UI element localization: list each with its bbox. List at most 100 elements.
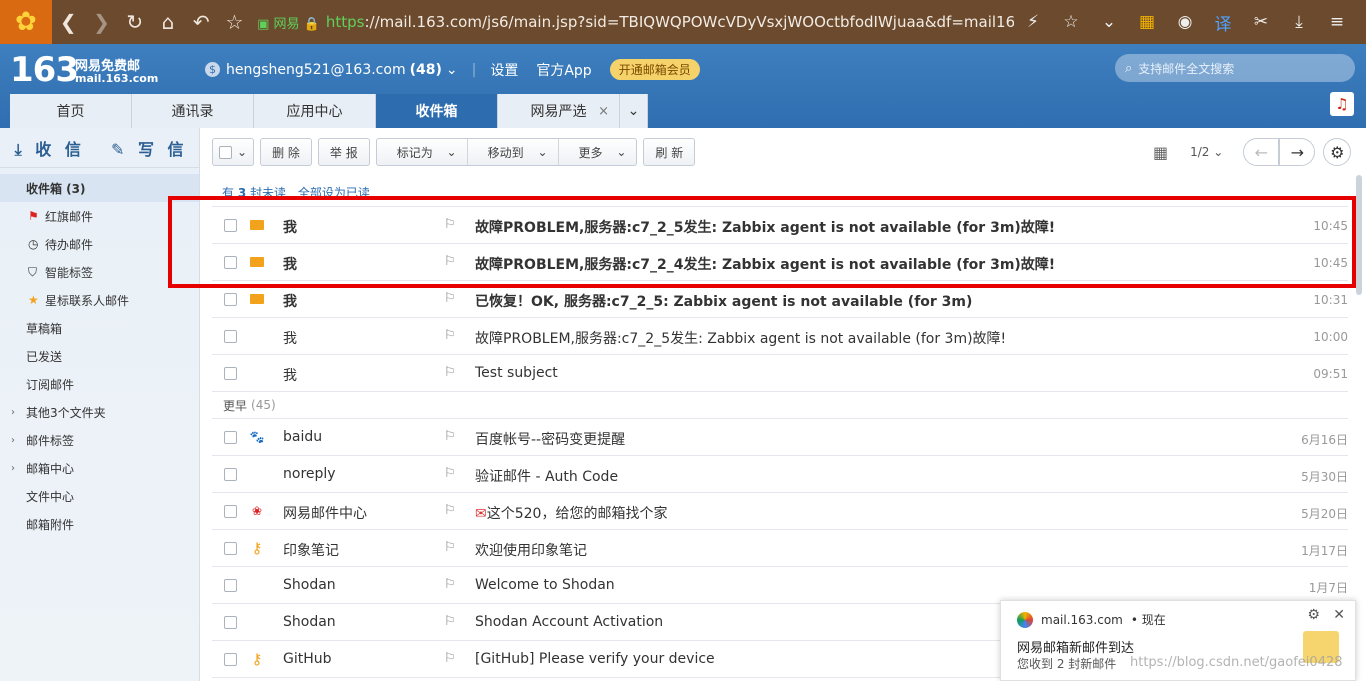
group-earlier[interactable]: 更早 (45) bbox=[212, 392, 1348, 419]
music-icon[interactable]: ♫ bbox=[1330, 92, 1354, 116]
gear-icon[interactable]: ⚙ bbox=[1323, 138, 1352, 166]
apps-icon[interactable]: ▦ bbox=[1128, 12, 1166, 32]
tag-icon: ⛉ bbox=[28, 264, 38, 279]
notification-title: 网易邮箱新邮件到达 bbox=[1017, 641, 1135, 656]
logo-163: 163 bbox=[10, 50, 79, 90]
account-name[interactable]: hengsheng521@163.com bbox=[226, 62, 406, 78]
settings-link[interactable]: 设置 bbox=[490, 60, 518, 80]
flag-icon[interactable]: ⚐ bbox=[444, 540, 456, 555]
mail-sender: 印象笔记 bbox=[283, 543, 339, 559]
mail-time: 1月7日 bbox=[1308, 581, 1348, 595]
sidebar-item-subscriptions[interactable]: 订阅邮件 bbox=[0, 370, 199, 398]
move-to-dropdown[interactable]: 移动到 ⌄ bbox=[468, 139, 559, 165]
home-icon[interactable]: ⌂ bbox=[151, 0, 184, 44]
sidebar-label: 邮件标签 bbox=[26, 433, 75, 448]
select-all-dropdown[interactable]: ⌄ bbox=[212, 138, 255, 166]
sidebar-label: 星标联系人邮件 bbox=[45, 293, 130, 308]
tab-inbox[interactable]: 收件箱 bbox=[376, 94, 498, 128]
sidebar-item-attachments[interactable]: 邮箱附件 bbox=[0, 510, 199, 538]
mail-row[interactable]: Shodan ⚐ Welcome to Shodan 1月7日 bbox=[212, 567, 1348, 604]
row-checkbox[interactable] bbox=[224, 367, 237, 380]
forward-icon[interactable]: ❯ bbox=[85, 0, 118, 44]
search-input[interactable]: ⌕ 支持邮件全文搜索 bbox=[1115, 54, 1355, 82]
more-dropdown[interactable]: 更多 ⌄ bbox=[559, 139, 637, 165]
mail-row[interactable]: 我 ⚐ Test subject 09:51 bbox=[212, 355, 1348, 392]
sidebar-item-mail-tags[interactable]: › 邮件标签 bbox=[0, 426, 199, 454]
flag-icon[interactable]: ⚐ bbox=[444, 328, 456, 343]
refresh-button[interactable]: 刷 新 bbox=[643, 138, 696, 166]
mail-sender: noreply bbox=[283, 466, 336, 482]
close-icon[interactable]: ✕ bbox=[1333, 607, 1345, 623]
mail-row[interactable]: 🐾 baidu ⚐ 百度帐号--密码变更提醒 6月16日 bbox=[212, 419, 1348, 456]
close-icon[interactable]: × bbox=[598, 104, 609, 119]
favorite-star-icon[interactable]: ☆ bbox=[1052, 12, 1090, 32]
row-checkbox[interactable] bbox=[224, 542, 237, 555]
mail-subject: 已恢复！OK, 服务器:c7_2_5: Zabbix agent is not … bbox=[475, 294, 973, 310]
sidebar-item-file-center[interactable]: 文件中心 bbox=[0, 482, 199, 510]
delete-button[interactable]: 删 除 bbox=[260, 138, 312, 166]
tab-more-dropdown[interactable]: ⌄ bbox=[620, 94, 648, 128]
sidebar-label: 邮箱中心 bbox=[26, 461, 75, 476]
row-checkbox[interactable] bbox=[224, 653, 237, 666]
reload-icon[interactable]: ↻ bbox=[118, 0, 151, 44]
mail-row[interactable]: 我 ⚐ 故障PROBLEM,服务器:c7_2_5发生: Zabbix agent… bbox=[212, 318, 1348, 355]
flag-icon[interactable]: ⚐ bbox=[444, 614, 456, 629]
gear-icon[interactable]: ⚙ bbox=[1307, 607, 1320, 623]
select-all-checkbox[interactable] bbox=[219, 145, 232, 159]
flag-icon[interactable]: ⚐ bbox=[444, 577, 456, 592]
receive-button[interactable]: ⤓ 收 信 bbox=[0, 136, 100, 160]
menu-icon[interactable]: ≡ bbox=[1318, 12, 1356, 32]
flag-icon[interactable]: ⚐ bbox=[444, 651, 456, 666]
row-checkbox[interactable] bbox=[224, 431, 237, 444]
mail-subject: 故障PROBLEM,服务器:c7_2_5发生: Zabbix agent is … bbox=[475, 331, 1007, 347]
back-icon[interactable]: ❮ bbox=[52, 0, 85, 44]
calendar-icon[interactable]: ▦ bbox=[1153, 143, 1168, 162]
chevron-right-icon: › bbox=[11, 462, 15, 474]
mail-row[interactable]: ⚷ 印象笔记 ⚐ 欢迎使用印象笔记 1月17日 bbox=[212, 530, 1348, 567]
row-checkbox[interactable] bbox=[224, 293, 237, 306]
mail-sender: 网易邮件中心 bbox=[283, 506, 367, 522]
row-checkbox[interactable] bbox=[224, 505, 237, 518]
mail-row[interactable]: noreply ⚐ 验证邮件 - Auth Code 5月30日 bbox=[212, 456, 1348, 493]
scissors-icon[interactable]: ✂ bbox=[1242, 12, 1280, 32]
page-indicator[interactable]: 1/2 ⌄ bbox=[1190, 145, 1223, 159]
vip-button[interactable]: 开通邮箱会员 bbox=[609, 59, 700, 80]
bookmark-star-icon[interactable]: ☆ bbox=[218, 0, 251, 44]
sidebar-item-other-folders[interactable]: › 其他3个文件夹 bbox=[0, 398, 199, 426]
compose-button[interactable]: ✎ 写 信 bbox=[100, 136, 200, 160]
mail-subject: [GitHub] Please verify your device bbox=[475, 651, 715, 667]
sidebar-item-drafts[interactable]: 草稿箱 bbox=[0, 314, 199, 342]
sidebar-item-sent[interactable]: 已发送 bbox=[0, 342, 199, 370]
row-checkbox[interactable] bbox=[224, 616, 237, 629]
mark-as-dropdown[interactable]: 标记为 ⌄ bbox=[377, 139, 468, 165]
tab-contacts[interactable]: 通讯录 bbox=[132, 94, 254, 128]
translate-icon[interactable]: 译 bbox=[1204, 10, 1242, 35]
undo-icon[interactable]: ↶ bbox=[185, 0, 218, 44]
scrollbar[interactable] bbox=[1356, 175, 1362, 295]
app-link[interactable]: 官方App bbox=[536, 60, 591, 80]
flag-icon[interactable]: ⚐ bbox=[444, 291, 456, 306]
flag-icon[interactable]: ⚐ bbox=[444, 503, 456, 518]
globe-icon[interactable]: ◉ bbox=[1166, 12, 1204, 32]
report-button[interactable]: 举 报 bbox=[317, 138, 370, 166]
next-page-button[interactable]: → bbox=[1279, 138, 1316, 166]
row-checkbox[interactable] bbox=[224, 330, 237, 343]
flag-icon[interactable]: ⚐ bbox=[444, 365, 456, 380]
sidebar-item-mail-center[interactable]: › 邮箱中心 bbox=[0, 454, 199, 482]
mail-sender: Shodan bbox=[283, 614, 336, 630]
sidebar-item-starred[interactable]: ★ 星标联系人邮件 bbox=[0, 286, 199, 314]
tab-yanxuan[interactable]: 网易严选 × bbox=[498, 94, 620, 128]
mail-row[interactable]: ❀ 网易邮件中心 ⚐ ✉这个520，给您的邮箱找个家 5月20日 bbox=[212, 493, 1348, 530]
row-checkbox[interactable] bbox=[224, 579, 237, 592]
tab-apps[interactable]: 应用中心 bbox=[254, 94, 376, 128]
row-checkbox[interactable] bbox=[224, 468, 237, 481]
tab-home[interactable]: 首页 bbox=[10, 94, 132, 128]
chevron-down-icon[interactable]: ⌄ bbox=[446, 62, 458, 78]
prev-page-button[interactable]: ← bbox=[1243, 138, 1280, 166]
download-icon[interactable]: ⤓ bbox=[1280, 12, 1318, 32]
flag-icon[interactable]: ⚐ bbox=[444, 466, 456, 481]
flag-icon[interactable]: ⚐ bbox=[444, 429, 456, 444]
dropdown-icon[interactable]: ⌄ bbox=[1090, 12, 1128, 32]
lightning-icon[interactable]: ⚡ bbox=[1014, 12, 1052, 32]
address-bar[interactable]: ▣ 网易 🔒 https://mail.163.com/js6/main.jsp… bbox=[257, 8, 1014, 36]
